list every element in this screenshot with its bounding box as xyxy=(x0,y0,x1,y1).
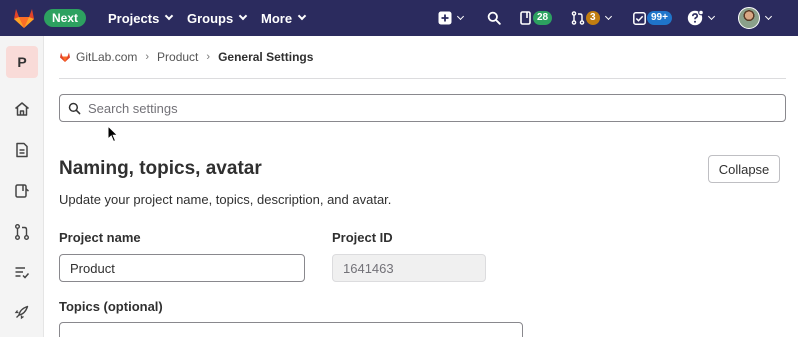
section-title: Naming, topics, avatar xyxy=(59,158,262,179)
search-settings-input[interactable] xyxy=(88,100,768,116)
merge-requests-button[interactable]: 3 xyxy=(571,0,612,36)
more-menu[interactable]: More xyxy=(261,0,307,36)
document-icon[interactable] xyxy=(13,141,31,159)
gitlab-logo-icon xyxy=(60,52,70,62)
issues-count-badge: 28 xyxy=(533,11,553,25)
create-new-button[interactable] xyxy=(438,0,465,36)
breadcrumb-item-gitlab[interactable]: GitLab.com xyxy=(76,50,137,64)
home-icon[interactable] xyxy=(13,100,31,118)
breadcrumb-item-general-settings[interactable]: General Settings xyxy=(218,50,313,64)
projects-menu[interactable]: Projects xyxy=(108,0,174,36)
merge-request-icon xyxy=(571,11,585,25)
merge-requests-count-badge: 3 xyxy=(586,11,600,25)
search-icon xyxy=(487,11,501,25)
list-check-icon[interactable] xyxy=(13,263,31,281)
chevron-down-icon xyxy=(165,11,174,21)
rocket-icon[interactable] xyxy=(13,303,31,321)
project-id-label: Project ID xyxy=(332,230,393,245)
chevron-down-icon xyxy=(604,12,612,21)
issues-icon xyxy=(520,11,531,25)
chevron-right-icon: › xyxy=(206,51,211,63)
plus-square-icon xyxy=(438,11,452,25)
chevron-right-icon: › xyxy=(145,51,150,63)
todos-count-badge: 99+ xyxy=(647,11,672,25)
groups-menu-label: Groups xyxy=(187,10,234,26)
merge-request-icon[interactable] xyxy=(13,223,31,241)
breadcrumb: GitLab.com › Product › General Settings xyxy=(59,50,313,64)
search-button[interactable] xyxy=(487,0,501,36)
projects-menu-label: Projects xyxy=(108,10,160,26)
avatar xyxy=(738,7,760,29)
todo-check-icon xyxy=(633,11,646,25)
section-description: Update your project name, topics, descri… xyxy=(59,192,392,207)
todos-button[interactable]: 99+ xyxy=(633,0,672,36)
search-icon xyxy=(68,102,81,114)
collapse-button[interactable]: Collapse xyxy=(708,155,780,183)
project-avatar[interactable]: P xyxy=(6,46,38,78)
next-badge[interactable]: Next xyxy=(44,9,87,27)
project-sidebar: P xyxy=(0,36,44,337)
chevron-down-icon xyxy=(456,12,465,21)
gitlab-logo-icon[interactable] xyxy=(12,7,36,29)
divider xyxy=(59,78,786,79)
user-menu[interactable] xyxy=(738,0,773,36)
chevron-down-icon xyxy=(238,11,248,21)
mouse-cursor-icon xyxy=(107,125,119,143)
question-circle-icon xyxy=(687,10,703,26)
search-settings-box[interactable] xyxy=(59,94,786,122)
issues-button[interactable]: 28 xyxy=(520,0,553,36)
chevron-down-icon xyxy=(764,12,773,21)
groups-menu[interactable]: Groups xyxy=(187,0,248,36)
project-name-field[interactable] xyxy=(59,254,305,282)
chevron-down-icon xyxy=(707,12,716,21)
breadcrumb-item-product[interactable]: Product xyxy=(157,50,198,64)
chevron-down-icon xyxy=(297,11,307,21)
help-button[interactable] xyxy=(687,0,716,36)
issues-icon[interactable] xyxy=(13,182,31,200)
project-name-label: Project name xyxy=(59,230,141,245)
topics-label: Topics (optional) xyxy=(59,299,163,314)
more-menu-label: More xyxy=(261,10,293,26)
top-navbar: Next Projects Groups More 28 3 99+ xyxy=(0,0,798,36)
topics-field[interactable] xyxy=(59,322,523,337)
project-id-field[interactable] xyxy=(332,254,486,282)
